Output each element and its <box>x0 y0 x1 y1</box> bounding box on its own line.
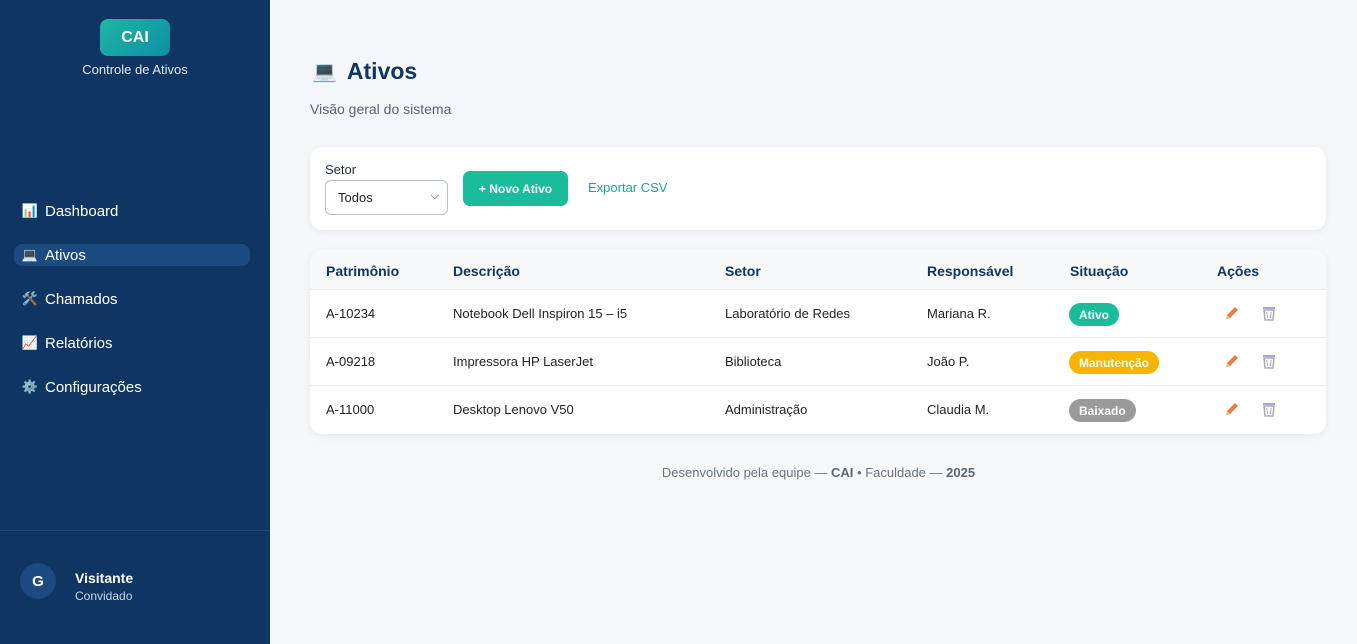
sidebar-item-ativos[interactable]: 💻 Ativos <box>14 244 250 266</box>
line-chart-icon: 📈 <box>21 335 39 350</box>
page-title: 💻 Ativos <box>312 58 417 85</box>
table-row: A-11000 Desktop Lenovo V50 Administração… <box>310 386 1326 434</box>
cell-responsavel: Mariana R. <box>927 306 991 321</box>
edit-icon[interactable] <box>1223 304 1241 322</box>
cell-descricao: Desktop Lenovo V50 <box>453 402 574 417</box>
laptop-icon: 💻 <box>21 247 39 262</box>
app-logo[interactable]: CAI <box>100 19 170 56</box>
sidebar-divider <box>0 530 270 531</box>
laptop-icon: 💻 <box>312 61 337 83</box>
cell-setor: Laboratório de Redes <box>725 306 851 321</box>
table-row: A-10234 Notebook Dell Inspiron 15 – i5 L… <box>310 290 1326 338</box>
footer-prefix: Desenvolvido pela equipe — <box>661 465 832 480</box>
main-content: 💻 Ativos Visão geral do sistema Setor To… <box>270 0 1357 644</box>
footer-year: 2025 <box>946 465 976 480</box>
sidebar-nav: 📊 Dashboard 💻 Ativos 🛠️ Chamados 📈 Relat… <box>14 200 250 420</box>
cell-patrimonio: A-09218 <box>326 354 376 369</box>
cell-descricao: Impressora HP LaserJet <box>453 354 593 369</box>
status-badge: Ativo <box>1069 303 1119 326</box>
sidebar-item-configuracoes[interactable]: ⚙️ Configurações <box>14 376 250 398</box>
setor-select-value: Todos <box>338 190 373 205</box>
trash-icon[interactable] <box>1260 400 1278 418</box>
trash-icon[interactable] <box>1260 304 1278 322</box>
sidebar-item-label: Chamados <box>45 290 118 308</box>
cell-setor: Biblioteca <box>725 354 782 369</box>
setor-select[interactable]: Todos ⌵ <box>325 180 448 215</box>
avatar[interactable]: G <box>20 563 56 599</box>
cell-responsavel: João P. <box>927 354 970 369</box>
cell-patrimonio: A-10234 <box>326 306 376 321</box>
sidebar-item-chamados[interactable]: 🛠️ Chamados <box>14 288 250 310</box>
export-csv-link[interactable]: Exportar CSV <box>588 180 667 195</box>
column-header[interactable]: Setor <box>725 263 761 279</box>
sidebar-item-label: Configurações <box>45 378 142 396</box>
footer-brand: CAI <box>831 465 854 480</box>
column-header: Ações <box>1217 263 1260 279</box>
gear-icon: ⚙️ <box>21 379 39 394</box>
sidebar: CAI Controle de Ativos 📊 Dashboard 💻 Ati… <box>0 0 270 644</box>
page-title-text: Ativos <box>346 58 418 84</box>
sidebar-item-dashboard[interactable]: 📊 Dashboard <box>14 200 250 222</box>
footer-middle: • Faculdade — <box>853 465 947 480</box>
cell-setor: Administração <box>725 402 808 417</box>
edit-icon[interactable] <box>1223 400 1241 418</box>
column-header[interactable]: Patrimônio <box>326 263 399 279</box>
table-header: Patrimônio Descrição Setor Responsável S… <box>310 250 1326 290</box>
new-asset-button[interactable]: + Novo Ativo <box>463 171 568 206</box>
trash-icon[interactable] <box>1260 352 1278 370</box>
status-badge: Manutenção <box>1069 351 1160 374</box>
cell-descricao: Notebook Dell Inspiron 15 – i5 <box>453 306 628 321</box>
status-badge: Baixado <box>1069 399 1136 422</box>
page-subtitle: Visão geral do sistema <box>310 101 452 117</box>
cell-patrimonio: A-11000 <box>326 402 375 417</box>
sidebar-item-label: Relatórios <box>45 334 113 352</box>
assets-table: Patrimônio Descrição Setor Responsável S… <box>310 250 1326 434</box>
table-row: A-09218 Impressora HP LaserJet Bibliotec… <box>310 338 1326 386</box>
sidebar-item-relatorios[interactable]: 📈 Relatórios <box>14 332 250 354</box>
sidebar-item-label: Dashboard <box>45 202 119 220</box>
bar-chart-icon: 📊 <box>21 203 39 218</box>
sidebar-item-label: Ativos <box>45 246 86 264</box>
tools-icon: 🛠️ <box>21 291 39 306</box>
chevron-down-icon: ⌵ <box>430 190 439 202</box>
user-role: Convidado <box>75 589 133 603</box>
setor-label: Setor <box>325 162 357 177</box>
filter-toolbar: Setor Todos ⌵ + Novo Ativo Exportar CSV <box>310 147 1326 230</box>
user-name: Visitante <box>75 570 134 586</box>
column-header[interactable]: Situação <box>1070 263 1128 279</box>
app-subtitle: Controle de Ativos <box>82 62 188 77</box>
cell-responsavel: Claudia M. <box>927 402 990 417</box>
column-header[interactable]: Responsável <box>927 263 1013 279</box>
edit-icon[interactable] <box>1223 352 1241 370</box>
column-header[interactable]: Descrição <box>453 263 520 279</box>
footer: Desenvolvido pela equipe — CAI • Faculda… <box>270 465 1357 480</box>
